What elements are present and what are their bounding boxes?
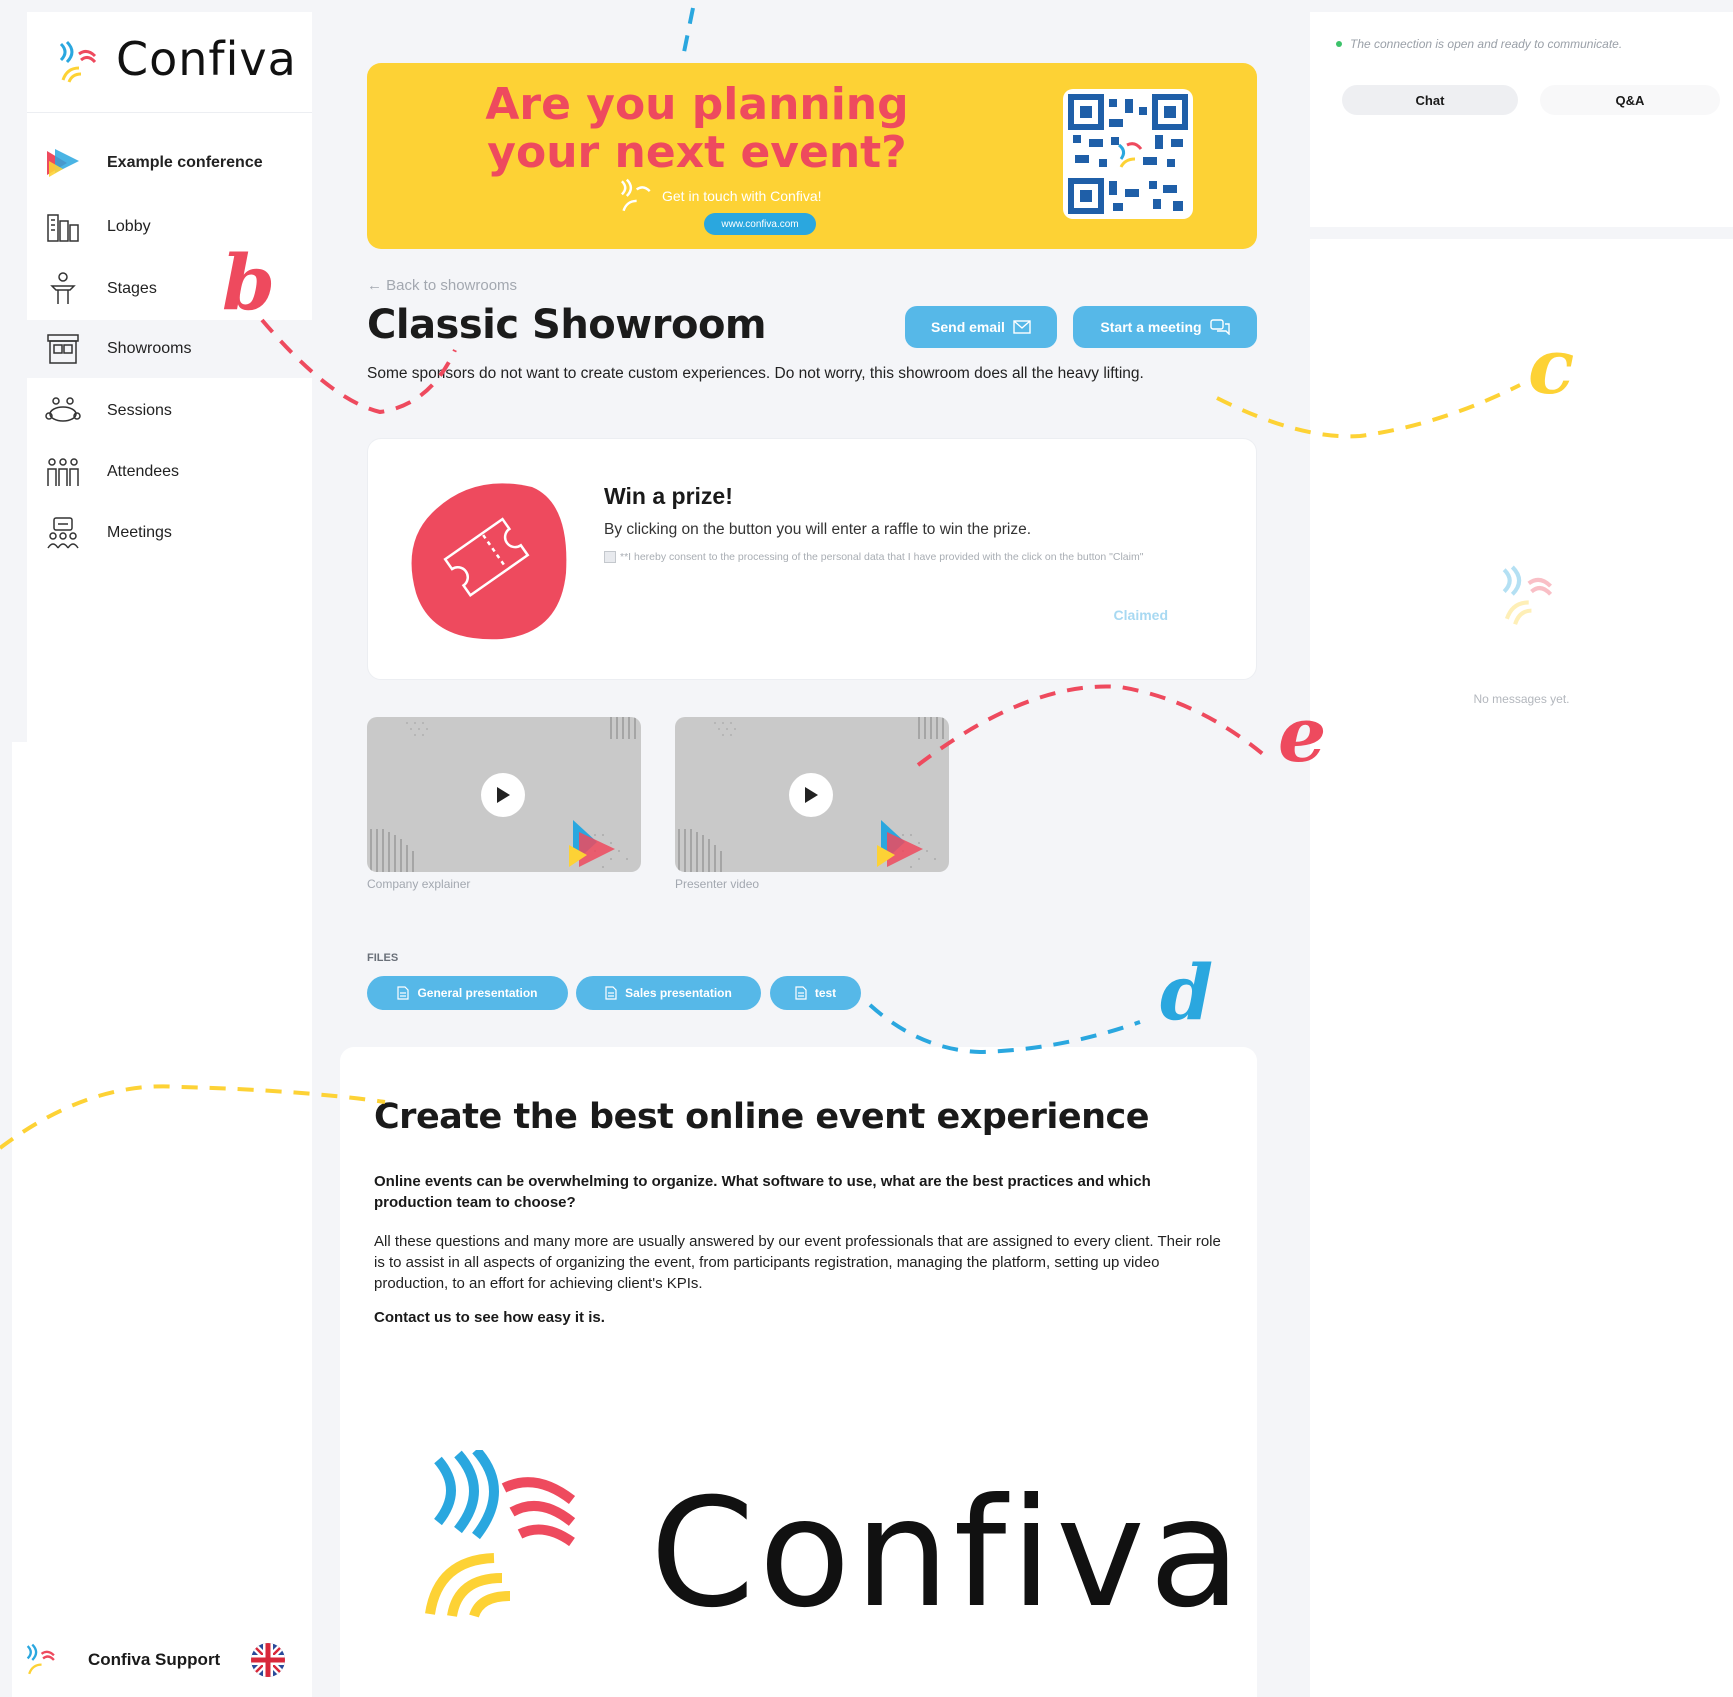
file-general-presentation[interactable]: General presentation	[367, 976, 568, 1010]
chat-bubbles-icon	[1209, 319, 1230, 335]
conference-name: Example conference	[107, 154, 263, 171]
chat-panel-header: The connection is open and ready to comm…	[1310, 12, 1733, 239]
page-title: Classic Showroom	[367, 302, 767, 348]
play-icon[interactable]	[481, 773, 525, 817]
file-sales-presentation[interactable]: Sales presentation	[576, 976, 761, 1010]
brand-name: Confiva	[116, 32, 297, 86]
prize-text: By clicking on the button you will enter…	[604, 521, 1032, 538]
document-icon	[795, 986, 807, 1000]
chat-panel: The connection is open and ready to comm…	[1310, 12, 1733, 1697]
confiva-logo-icon	[59, 40, 97, 83]
big-brand-name: Confiva	[650, 1467, 1245, 1641]
tab-chat[interactable]: Chat	[1342, 85, 1518, 115]
annotation-letter: d	[1160, 948, 1214, 1037]
support-bar[interactable]: Confiva Support	[22, 1630, 312, 1690]
video-thumbnail[interactable]	[675, 717, 949, 872]
people-icon	[45, 454, 81, 490]
empty-chat-text: No messages yet.	[1473, 692, 1570, 706]
document-icon	[605, 986, 617, 1000]
content-body: All these questions and many more are us…	[374, 1233, 1221, 1292]
content-cta: Contact us to see how easy it is.	[374, 1309, 605, 1326]
file-label: General presentation	[417, 986, 538, 1000]
file-test[interactable]: test	[770, 976, 861, 1010]
back-to-showrooms-link[interactable]: ← Back to showrooms	[367, 277, 517, 294]
consent-text: **I hereby consent to the processing of …	[604, 546, 1194, 568]
video-caption: Presenter video	[675, 877, 760, 891]
file-label: test	[814, 986, 837, 1000]
consent-checkbox[interactable]	[604, 551, 616, 564]
ticket-icon	[411, 483, 567, 640]
banner-title: Are you planning your next event?	[485, 79, 909, 178]
uk-flag-icon[interactable]	[250, 1642, 286, 1678]
qr-code-icon	[1063, 89, 1193, 219]
play-icon[interactable]	[789, 773, 833, 817]
empty-chat-logo-icon	[1502, 565, 1553, 625]
annotation-letter: c	[1528, 322, 1575, 411]
send-email-label: Send email	[931, 319, 1005, 335]
arrow-left-icon: ←	[367, 277, 387, 294]
status-dot-icon	[1336, 41, 1342, 47]
confiva-logo-icon	[620, 178, 651, 212]
video-caption: Company explainer	[367, 877, 471, 891]
round-table-icon	[45, 393, 81, 429]
video-thumbnail[interactable]	[367, 717, 641, 872]
sidebar-item-label: Attendees	[107, 463, 180, 480]
prize-card: Win a prize! By clicking on the button y…	[367, 438, 1257, 680]
claimed-button[interactable]: Claimed	[1038, 607, 1168, 623]
connection-status: The connection is open and ready to comm…	[1336, 37, 1622, 51]
sidebar-item-label: Lobby	[107, 218, 151, 235]
confiva-logo-icon	[26, 1643, 55, 1675]
sidebar-item-showrooms[interactable]: Showrooms	[27, 320, 312, 378]
sidebar-item-sessions[interactable]: Sessions	[27, 382, 312, 440]
promo-banner[interactable]: Are you planning your next event? Get in…	[367, 63, 1257, 249]
document-icon	[397, 986, 410, 1000]
banner-link[interactable]: www.confiva.com	[704, 213, 816, 235]
support-label: Confiva Support	[88, 1650, 221, 1669]
tab-qa[interactable]: Q&A	[1540, 85, 1720, 115]
connection-status-text: The connection is open and ready to comm…	[1350, 37, 1623, 51]
showroom-description: Some sponsors do not want to create cust…	[367, 365, 1144, 382]
start-meeting-label: Start a meeting	[1100, 319, 1202, 335]
brand-header[interactable]: Confiva	[27, 12, 312, 113]
sidebar-item-label: Meetings	[107, 524, 172, 541]
back-link-label: Back to showrooms	[386, 277, 518, 294]
sidebar-item-label: Showrooms	[107, 340, 192, 357]
content-card: Create the best online event experience …	[340, 1047, 1257, 1697]
content-lead: Online events can be overwhelming to org…	[374, 1173, 1151, 1211]
sidebar-item-attendees[interactable]: Attendees	[27, 443, 312, 501]
consent-label: **I hereby consent to the processing of …	[620, 551, 1144, 563]
banner-subtitle: Get in touch with Confiva!	[662, 188, 822, 204]
building-icon	[45, 209, 81, 245]
annotation-letter: b	[222, 238, 276, 327]
sidebar: Confiva Example conference Lobby Stages …	[27, 12, 312, 752]
conference-play-icon	[45, 145, 81, 181]
conference-selector[interactable]: Example conference	[27, 134, 312, 192]
annotation-letter: e	[1278, 690, 1327, 779]
sidebar-lower-panel	[12, 742, 312, 1697]
prize-title: Win a prize!	[604, 483, 733, 509]
booth-icon	[45, 331, 81, 367]
file-label: Sales presentation	[625, 986, 732, 1000]
sidebar-item-label: Sessions	[107, 402, 172, 419]
send-email-button[interactable]: Send email	[905, 306, 1057, 348]
envelope-icon	[1013, 320, 1031, 334]
podium-icon	[45, 271, 81, 307]
sidebar-item-label: Stages	[107, 280, 157, 297]
start-meeting-button[interactable]: Start a meeting	[1073, 306, 1257, 348]
confiva-logo-icon	[425, 1450, 576, 1618]
content-title: Create the best online event experience	[374, 1097, 1150, 1137]
meeting-icon	[45, 515, 81, 551]
sidebar-item-meetings[interactable]: Meetings	[27, 504, 312, 562]
files-section-label: FILES	[367, 952, 399, 964]
